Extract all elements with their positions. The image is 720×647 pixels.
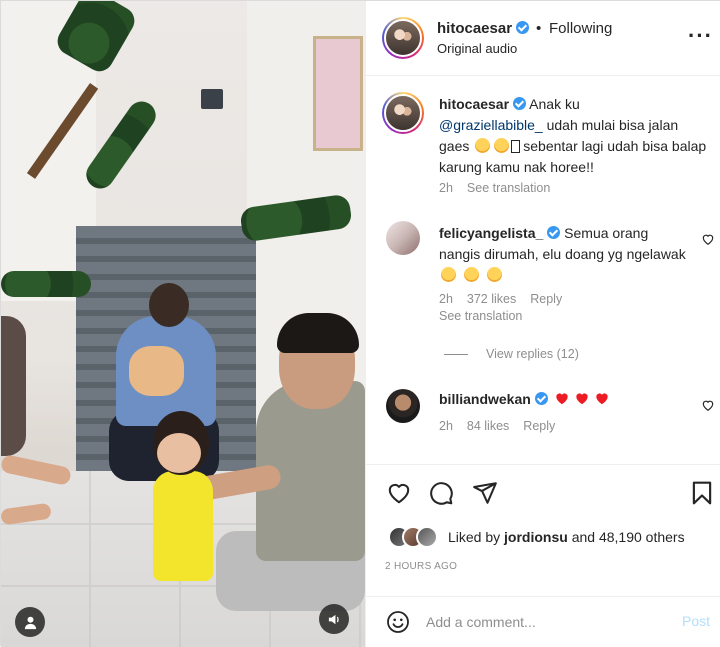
user-icon	[24, 616, 36, 629]
grinning-emoji-icon	[441, 267, 456, 282]
emoji-icon[interactable]	[386, 610, 410, 634]
author-username-text[interactable]: hitocaesar	[437, 20, 512, 37]
comment-likes[interactable]: 84 likes	[467, 419, 509, 433]
caption-text-1: Anak ku	[529, 96, 580, 112]
crying-emoji-icon	[475, 138, 491, 153]
post-timestamp[interactable]: 2 HOURS AGO	[385, 561, 457, 572]
see-translation-button[interactable]: See translation	[467, 181, 550, 195]
see-translation-button[interactable]: See translation	[439, 309, 522, 323]
audio-link[interactable]: Original audio	[437, 41, 517, 56]
heart-icon[interactable]	[701, 398, 715, 412]
add-comment-bar: Post	[366, 596, 720, 647]
more-horizontal-icon[interactable]: ···	[688, 25, 713, 47]
verified-badge-icon	[547, 226, 561, 239]
comment-2: billiandwekan	[439, 389, 689, 410]
speaker-icon	[328, 614, 339, 624]
comment-2-meta: 2h 84 likes Reply	[439, 419, 569, 433]
bookmark-icon[interactable]	[689, 480, 715, 506]
likes-count-link[interactable]: and 48,190 others	[572, 529, 685, 545]
liker-avatar[interactable]	[416, 526, 438, 548]
crying-emoji-icon	[494, 138, 510, 153]
post-modal: hitocaesar • Following Original audio ··…	[0, 0, 720, 647]
post-header: hitocaesar • Following Original audio ··…	[366, 1, 720, 76]
verified-badge-icon	[513, 97, 527, 110]
comment-time[interactable]: 2h	[439, 292, 453, 306]
caption-avatar[interactable]	[382, 92, 424, 134]
verified-badge-icon	[534, 392, 548, 405]
comment-time[interactable]: 2h	[439, 419, 453, 433]
liked-by-user-link[interactable]: jordionsu	[504, 529, 568, 545]
red-heart-emoji-icon	[596, 393, 608, 405]
liked-by-summary: Liked by jordionsu and 48,190 others	[448, 529, 685, 545]
reply-button[interactable]: Reply	[530, 292, 562, 306]
post-video[interactable]	[1, 1, 365, 647]
comment-1: felicyangelista_ Semua orang nangis diru…	[439, 223, 689, 286]
heart-icon[interactable]	[386, 480, 412, 506]
comment-username[interactable]: billiandwekan	[439, 391, 531, 407]
tagged-users-button[interactable]	[15, 607, 45, 637]
red-heart-emoji-icon	[576, 393, 588, 405]
comment-username[interactable]: felicyangelista_	[439, 225, 543, 241]
author-avatar[interactable]	[382, 17, 424, 59]
caption-mention-link[interactable]: @graziellabible_	[439, 117, 543, 133]
red-heart-emoji-icon	[556, 393, 568, 405]
caption-username[interactable]: hitocaesar	[439, 96, 509, 112]
verified-badge-icon	[516, 21, 530, 34]
caption-meta: 2h See translation	[439, 181, 564, 195]
author-username[interactable]: hitocaesar	[437, 20, 530, 37]
post-sidebar: hitocaesar • Following Original audio ··…	[365, 1, 720, 647]
liked-by-avatars	[388, 526, 448, 548]
caption-time[interactable]: 2h	[439, 181, 453, 195]
comment-1-meta: 2h 372 likes Reply	[439, 292, 576, 306]
caption: hitocaesar Anak ku @graziellabible_ udah…	[439, 94, 709, 178]
comment-input[interactable]	[426, 610, 666, 634]
commenter-avatar[interactable]	[386, 389, 420, 423]
comment-likes[interactable]: 372 likes	[467, 292, 516, 306]
unknown-glyph-icon	[511, 140, 521, 153]
wall-painting	[313, 36, 363, 151]
commenter-avatar[interactable]	[386, 221, 420, 255]
reply-button[interactable]: Reply	[523, 419, 555, 433]
audio-toggle-button[interactable]	[319, 604, 349, 634]
view-replies-button[interactable]: View replies (12)	[444, 347, 579, 361]
grinning-emoji-icon	[463, 267, 479, 282]
liked-by-prefix: Liked by	[448, 529, 501, 545]
post-button[interactable]: Post	[682, 613, 710, 629]
comment-icon[interactable]	[428, 480, 454, 506]
heart-icon[interactable]	[701, 232, 715, 246]
following-button[interactable]: Following	[549, 20, 612, 37]
share-icon[interactable]	[472, 480, 498, 506]
header-separator: •	[536, 20, 542, 37]
grinning-emoji-icon	[486, 267, 502, 282]
